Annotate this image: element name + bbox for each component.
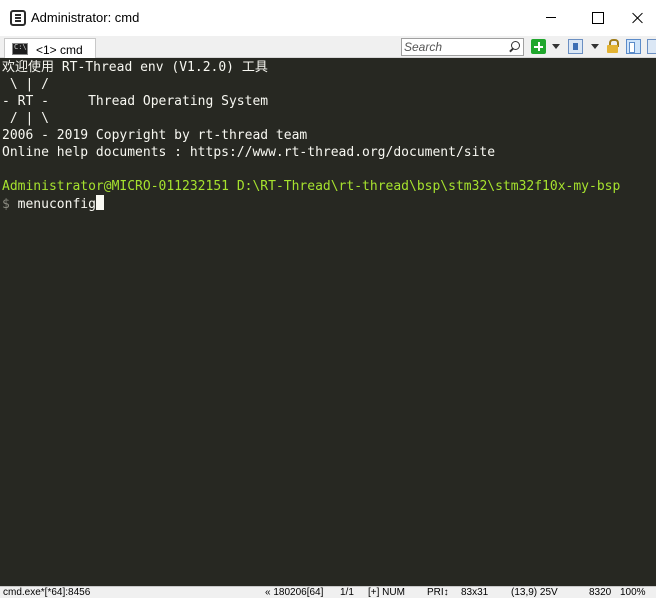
more-toolbar-icon[interactable] [647,39,656,54]
lock-icon[interactable] [605,39,620,54]
prompt-path: D:\RT-Thread\rt-thread\bsp\stm32\stm32f1… [236,179,621,194]
panel-toggle-icon[interactable] [626,39,641,54]
status-page: 1/1 [340,587,354,598]
status-size: 83x31 [461,587,489,598]
search-box[interactable] [401,38,524,56]
prompt-symbol: $ [2,197,10,212]
status-position[interactable]: « 180206[64] [265,587,323,598]
tab-cmd[interactable]: <1> cmd [4,38,96,59]
text-cursor [95,195,104,210]
tab-label: <1> cmd [36,43,83,57]
status-priority[interactable]: PRI↕ [427,587,449,598]
toolbar: <1> cmd [0,36,656,59]
new-console-icon[interactable] [531,39,546,54]
console-app-icon [10,10,26,26]
console-line: \ | / [2,77,49,92]
cmd-icon [12,43,28,55]
chevron-down-icon[interactable] [552,44,560,49]
status-flags[interactable]: [+] NUM [368,587,405,598]
prompt-line: Administrator@MICRO-011232151 D:\RT-Thre… [2,178,620,195]
status-pid: 8320 [589,587,612,598]
console-line: / | \ [2,111,49,126]
console-line: Online help documents : https://www.rt-t… [2,145,496,160]
status-bar: cmd.exe*[*64]:8456 « 180206[64] 1/1 [+] … [0,586,656,598]
console-line: - RT - Thread Operating System [2,94,269,109]
prompt-user: Administrator@MICRO-011232151 [2,179,229,194]
minimize-button[interactable] [528,0,574,36]
maximize-button[interactable] [574,0,620,36]
status-process: cmd.exe*[*64]:8456 [3,587,91,598]
status-zoom[interactable]: 100% [620,587,646,598]
console-line: 2006 - 2019 Copyright by rt-thread team [2,128,308,143]
status-cursor: (13,9) 25V [511,587,558,598]
command-line[interactable]: $ menuconfig [2,195,104,212]
command-text: menuconfig [17,197,96,212]
console-output[interactable]: 欢迎使用 RT-Thread env (V1.2.0) 工具 \ | / - R… [0,58,656,586]
search-input[interactable] [404,39,504,55]
split-view-icon[interactable] [568,39,583,54]
console-line: 欢迎使用 RT-Thread env (V1.2.0) 工具 [2,60,268,75]
window-title: Administrator: cmd [31,10,140,25]
chevron-down-icon[interactable] [591,44,599,49]
search-icon[interactable] [508,41,520,52]
close-button[interactable] [620,0,656,36]
title-bar: Administrator: cmd [0,0,656,36]
